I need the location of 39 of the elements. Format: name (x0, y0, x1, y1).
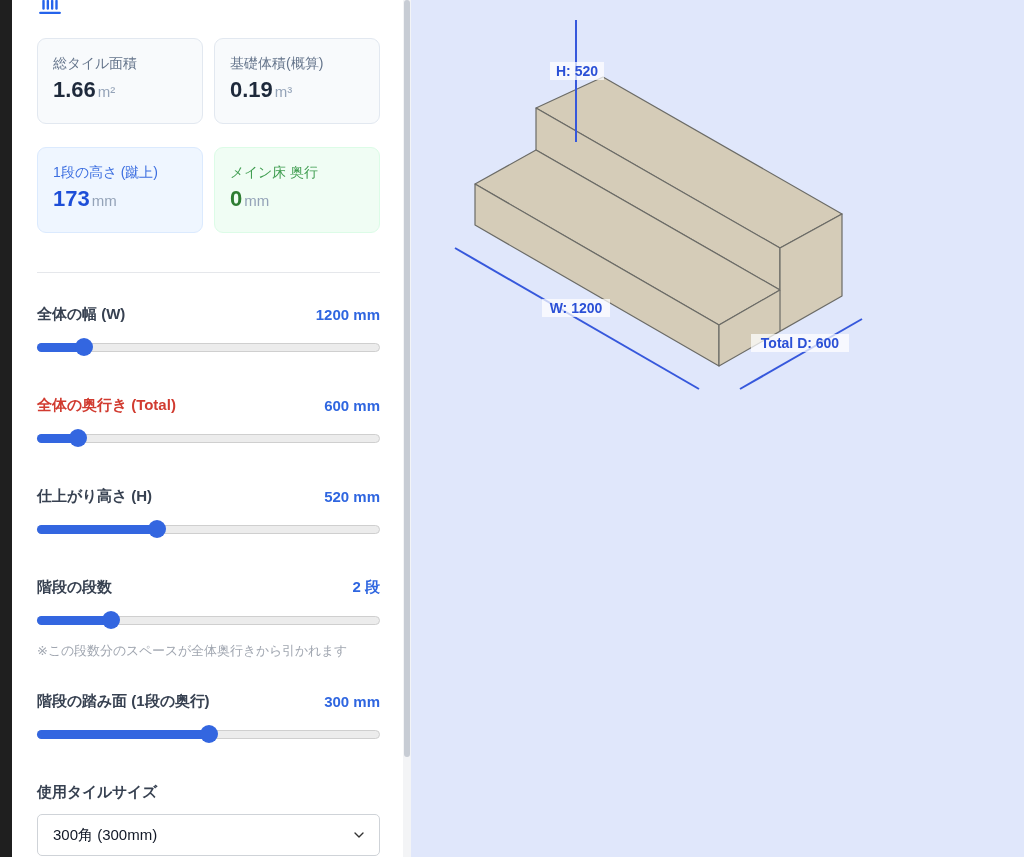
stat-label: 1段の高さ (蹴上) (53, 164, 159, 181)
slider-thumb[interactable] (69, 429, 88, 447)
slider-value: 600 mm (324, 396, 380, 414)
slider-label: 階段の踏み面 (1段の奥行) (37, 691, 210, 711)
stat-value: 0.19 (230, 76, 273, 104)
slider-thumb[interactable] (199, 725, 218, 743)
slider-thumb[interactable] (148, 520, 167, 538)
slider-label: 全体の奥行き (Total) (37, 395, 176, 415)
dimension-label: Total D: 600 (751, 334, 849, 352)
slider-track[interactable] (37, 524, 380, 534)
field-label: 使用タイルサイズ (37, 782, 159, 802)
slider-value: 520 mm (324, 487, 380, 505)
dimension-label: H: 520 (550, 62, 604, 80)
stat-value: 0 (230, 185, 243, 213)
stat-value: 173 (53, 185, 90, 213)
stat-label: メイン床 奥行 (230, 164, 319, 181)
stat-unit: mm (91, 191, 117, 211)
slider-track[interactable] (37, 729, 380, 739)
stat-unit: m³ (274, 82, 293, 102)
dimension-label: W: 1200 (542, 299, 610, 317)
scrollbar-thumb[interactable] (404, 0, 410, 757)
stat-label: 総タイル面積 (53, 55, 138, 72)
stat-label: 基礎体積(概算) (230, 55, 325, 72)
slider-track[interactable] (37, 433, 380, 443)
tile-size-select[interactable]: 300角 (300mm) (37, 814, 380, 856)
slider-label: 全体の幅 (W) (37, 304, 126, 324)
slider-label: 階段の段数 (37, 577, 112, 597)
hint-text: ※この段数分のスペースが全体奥行きから引かれます (37, 643, 348, 659)
slider-value: 1200 mm (315, 305, 380, 323)
slider-value: 300 mm (324, 692, 380, 710)
slider-thumb[interactable] (101, 611, 120, 629)
stat-unit: mm (244, 191, 270, 211)
stat-value: 1.66 (53, 76, 96, 104)
slider-thumb[interactable] (75, 338, 93, 356)
slider-track[interactable] (37, 342, 380, 352)
slider-value: 2 段 (352, 577, 380, 597)
stat-unit: m² (97, 82, 116, 102)
slider-track[interactable] (37, 615, 380, 625)
slider-label: 仕上がり高さ (H) (37, 486, 152, 506)
